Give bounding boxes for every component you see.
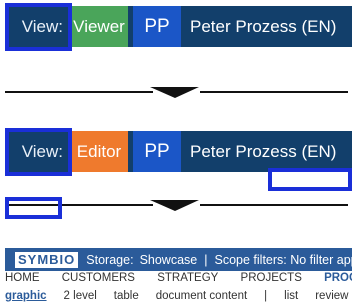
user-initials-avatar[interactable]: PP [133,131,181,172]
subnav-item: | [264,290,268,302]
scope-filters[interactable]: Scope filters: No filter applied [215,253,352,267]
symbio-logo[interactable]: SYMBIO [15,251,79,268]
storage-label: Storage: [86,252,134,267]
separator: | [204,252,208,267]
user-initials-avatar[interactable]: PP [133,6,181,47]
divider-highlight [5,197,62,219]
view-label-highlight [5,3,72,51]
view-label-highlight [5,128,72,176]
arrow-down-divider [5,87,348,98]
subnav-item[interactable]: table [114,290,139,302]
sub-nav: graphic 2 level table document content | list… [5,290,352,306]
nav-item-processes[interactable]: PROCESSES [324,272,352,284]
view-mode-button-viewer[interactable]: Viewer [70,6,128,47]
subnav-item[interactable]: review [315,290,348,302]
storage-value[interactable]: Showcase [140,253,198,267]
user-name[interactable]: Peter Prozess (EN) [181,131,336,172]
nav-item-home[interactable]: HOME [5,272,40,284]
view-mode-button-editor[interactable]: Editor [70,131,128,172]
user-area-highlight [268,168,352,191]
subnav-item[interactable]: 2 level [64,290,97,302]
nav-item-strategy[interactable]: STRATEGY [157,272,218,284]
nav-item-projects[interactable]: PROJECTS [241,272,302,284]
subnav-item[interactable]: graphic [5,290,47,302]
subnav-item[interactable]: list [284,290,298,302]
symbio-header-bar: SYMBIO Storage: Showcase | Scope filters… [5,248,352,271]
main-nav: HOME CUSTOMERS STRATEGY PROJECTS PROCESS… [5,272,352,289]
subnav-item[interactable]: document content [156,290,247,302]
user-name[interactable]: Peter Prozess (EN) [181,6,336,47]
nav-item-customers[interactable]: CUSTOMERS [62,272,135,284]
